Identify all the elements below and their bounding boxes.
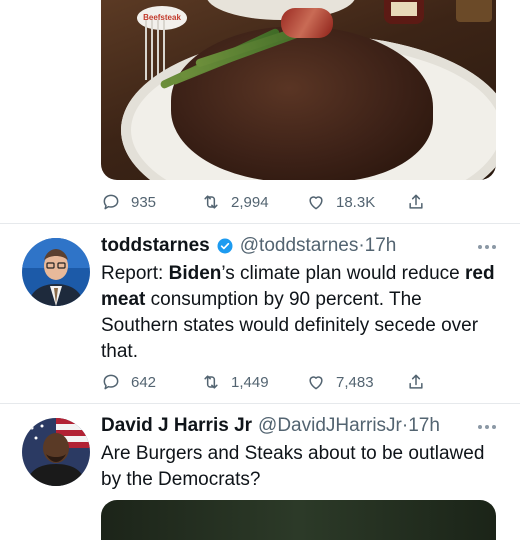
bacon-wrap <box>281 8 333 38</box>
reply-count: 642 <box>131 373 157 391</box>
more-options-icon[interactable] <box>478 425 496 429</box>
share-icon <box>409 374 423 389</box>
like-count: 7,483 <box>336 373 374 391</box>
tweet1-media-image[interactable]: Beefsteak <box>101 0 496 180</box>
text-part: Report: <box>101 263 169 284</box>
author-handle[interactable]: @DavidJHarrisJr <box>258 415 402 437</box>
text-part: consumption by 90 percent. The Southern … <box>101 289 479 362</box>
divider <box>0 223 520 224</box>
reply-icon <box>103 194 119 210</box>
tweet-timestamp[interactable]: 17h <box>408 415 440 437</box>
author-name[interactable]: toddstarnes <box>101 235 210 257</box>
text-bold: Biden <box>168 263 222 284</box>
author-name[interactable]: David J Harris Jr <box>101 415 252 437</box>
tweet2-text: Report: Biden’s climate plan would reduc… <box>101 261 501 365</box>
like-button[interactable]: 7,483 <box>306 372 374 392</box>
reply-count: 935 <box>131 193 157 211</box>
tweet3-text: Are Burgers and Steaks about to be outla… <box>101 443 485 490</box>
verified-badge-icon <box>217 238 233 254</box>
share-icon <box>409 194 423 209</box>
tweet3-header: David J Harris Jr @DavidJHarrisJr · 17h <box>101 415 440 437</box>
retweet-count: 2,994 <box>231 193 269 211</box>
divider <box>0 403 520 404</box>
heart-icon <box>309 376 323 390</box>
share-button[interactable] <box>406 192 426 212</box>
reply-button[interactable]: 642 <box>101 372 156 392</box>
more-options-icon[interactable] <box>478 245 496 249</box>
tweet-timestamp[interactable]: 17h <box>365 235 397 257</box>
retweet-count: 1,449 <box>231 373 269 391</box>
like-count: 18.3K <box>336 193 376 211</box>
bottle-label <box>391 2 417 16</box>
reply-icon <box>103 374 119 390</box>
tweet3-media-image[interactable] <box>101 500 496 540</box>
retweet-icon <box>204 375 218 389</box>
avatar-davidjharrisjr[interactable] <box>22 418 90 486</box>
heart-icon <box>309 196 323 210</box>
retweet-icon <box>204 195 218 209</box>
share-button[interactable] <box>406 372 426 392</box>
retweet-button[interactable]: 1,449 <box>201 372 269 392</box>
author-handle[interactable]: @toddstarnes <box>240 235 359 257</box>
avatar-toddstarnes[interactable] <box>22 238 90 306</box>
text-part: ’s climate plan would reduce <box>221 263 465 284</box>
like-button[interactable]: 18.3K <box>306 192 375 212</box>
reply-button[interactable]: 935 <box>101 192 156 212</box>
jar <box>456 0 492 22</box>
tweet2-header: toddstarnes @toddstarnes · 17h <box>101 235 396 257</box>
retweet-button[interactable]: 2,994 <box>201 192 269 212</box>
